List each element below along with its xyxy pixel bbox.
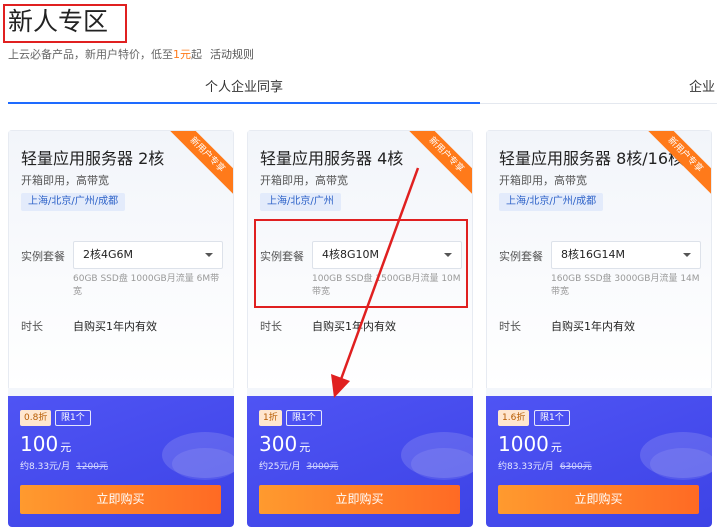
product-card: 轻量应用服务器 2核 开箱即用，高带宽 上海/北京/广州/成都 实例套餐 2核4… bbox=[8, 130, 234, 527]
monthly-value: 约8.33元/月 bbox=[20, 462, 71, 472]
duration-value: 自购买1年内有效 bbox=[312, 320, 396, 333]
price: 300 元 bbox=[259, 432, 310, 456]
chevron-down-icon bbox=[205, 253, 213, 257]
tab-enterprise[interactable]: 企业 bbox=[689, 76, 715, 95]
product-name: 轻量应用服务器 2核 bbox=[21, 149, 165, 168]
region-tag: 上海/北京/广州/成都 bbox=[499, 193, 604, 211]
ribbon-label: 新用户专享 bbox=[647, 131, 711, 195]
chevron-down-icon bbox=[683, 253, 691, 257]
spec-label: 实例套餐 bbox=[499, 250, 543, 263]
buy-button[interactable]: 立即购买 bbox=[20, 485, 221, 514]
monthly-price: 约8.33元/月 1200元 bbox=[20, 459, 108, 472]
subtitle-suffix: 起 bbox=[191, 48, 202, 61]
page-subtitle: 上云必备产品，新用户特价，低至1元起 活动规则 bbox=[8, 46, 254, 62]
price-unit: 元 bbox=[550, 441, 562, 454]
price-value: 100 bbox=[20, 432, 59, 456]
price-panel: 0.8折 限1个 100 元 约8.33元/月 1200元 立即购买 bbox=[8, 396, 234, 527]
monthly-value: 约83.33元/月 bbox=[498, 462, 554, 472]
buy-button[interactable]: 立即购买 bbox=[259, 485, 460, 514]
new-user-ribbon: 新用户专享 bbox=[169, 131, 233, 195]
duration-value: 自购买1年内有效 bbox=[551, 320, 635, 333]
spec-note: 160GB SSD盘 3000GB月流量 14M带宽 bbox=[551, 274, 700, 297]
duration-value: 自购买1年内有效 bbox=[73, 320, 157, 333]
original-price: 3000元 bbox=[306, 462, 339, 472]
product-card: 轻量应用服务器 8核/16核 开箱即用，高带宽 上海/北京/广州/成都 实例套餐… bbox=[486, 130, 712, 527]
product-card: 轻量应用服务器 4核 开箱即用，高带宽 上海/北京/广州 实例套餐 4核8G10… bbox=[247, 130, 473, 527]
spec-select[interactable]: 8核16G14M bbox=[551, 241, 701, 269]
product-desc: 开箱即用，高带宽 bbox=[21, 174, 109, 187]
duration-label: 时长 bbox=[21, 320, 43, 333]
monthly-price: 约25元/月 3000元 bbox=[259, 459, 338, 472]
limit-badge: 限1个 bbox=[534, 410, 570, 426]
region-tag: 上海/北京/广州 bbox=[260, 193, 341, 211]
original-price: 1200元 bbox=[76, 462, 108, 472]
decor-disc bbox=[172, 448, 234, 480]
product-desc: 开箱即用，高带宽 bbox=[499, 174, 587, 187]
subtitle-prefix: 上云必备产品，新用户特价，低至 bbox=[8, 48, 173, 61]
spec-select[interactable]: 2核4G6M bbox=[73, 241, 223, 269]
price-unit: 元 bbox=[60, 441, 72, 454]
spec-note: 60GB SSD盘 1000GB月流量 6M带宽 bbox=[73, 274, 220, 297]
title-highlight-box bbox=[3, 4, 127, 43]
price-panel: 1折 限1个 300 元 约25元/月 3000元 立即购买 bbox=[247, 396, 473, 527]
discount-badge: 0.8折 bbox=[20, 410, 52, 426]
duration-label: 时长 bbox=[260, 320, 282, 333]
price-unit: 元 bbox=[299, 441, 311, 454]
tab-active-underline bbox=[8, 102, 480, 104]
price-value: 1000 bbox=[498, 432, 549, 456]
limit-badge: 限1个 bbox=[55, 410, 91, 426]
subtitle-price: 1元 bbox=[173, 48, 191, 61]
product-desc: 开箱即用，高带宽 bbox=[260, 174, 348, 187]
spec-select-value: 2核4G6M bbox=[83, 248, 134, 261]
ribbon-label: 新用户专享 bbox=[408, 131, 472, 195]
new-user-ribbon: 新用户专享 bbox=[647, 131, 711, 195]
monthly-price: 约83.33元/月 6300元 bbox=[498, 459, 592, 472]
price-value: 300 bbox=[259, 432, 298, 456]
region-tag: 上海/北京/广州/成都 bbox=[21, 193, 126, 211]
decor-disc bbox=[650, 448, 712, 480]
discount-badge: 1.6折 bbox=[498, 410, 530, 426]
new-user-ribbon: 新用户专享 bbox=[408, 131, 472, 195]
spec-highlight-box bbox=[254, 219, 468, 308]
card-top: 轻量应用服务器 2核 开箱即用，高带宽 上海/北京/广州/成都 实例套餐 2核4… bbox=[8, 130, 234, 388]
monthly-value: 约25元/月 bbox=[259, 462, 301, 472]
price: 100 元 bbox=[20, 432, 71, 456]
price: 1000 元 bbox=[498, 432, 562, 456]
product-name: 轻量应用服务器 4核 bbox=[260, 149, 404, 168]
price-panel: 1.6折 限1个 1000 元 约83.33元/月 6300元 立即购买 bbox=[486, 396, 712, 527]
buy-button[interactable]: 立即购买 bbox=[498, 485, 699, 514]
rules-link[interactable]: 活动规则 bbox=[210, 48, 254, 61]
original-price: 6300元 bbox=[559, 462, 592, 472]
spec-select-value: 8核16G14M bbox=[561, 248, 626, 261]
ribbon-label: 新用户专享 bbox=[169, 131, 233, 195]
decor-disc bbox=[411, 448, 473, 480]
spec-label: 实例套餐 bbox=[21, 250, 65, 263]
limit-badge: 限1个 bbox=[286, 410, 322, 426]
card-top: 轻量应用服务器 8核/16核 开箱即用，高带宽 上海/北京/广州/成都 实例套餐… bbox=[486, 130, 712, 388]
duration-label: 时长 bbox=[499, 320, 521, 333]
discount-badge: 1折 bbox=[259, 410, 282, 426]
tab-personal-enterprise[interactable]: 个人企业同享 bbox=[205, 76, 283, 95]
